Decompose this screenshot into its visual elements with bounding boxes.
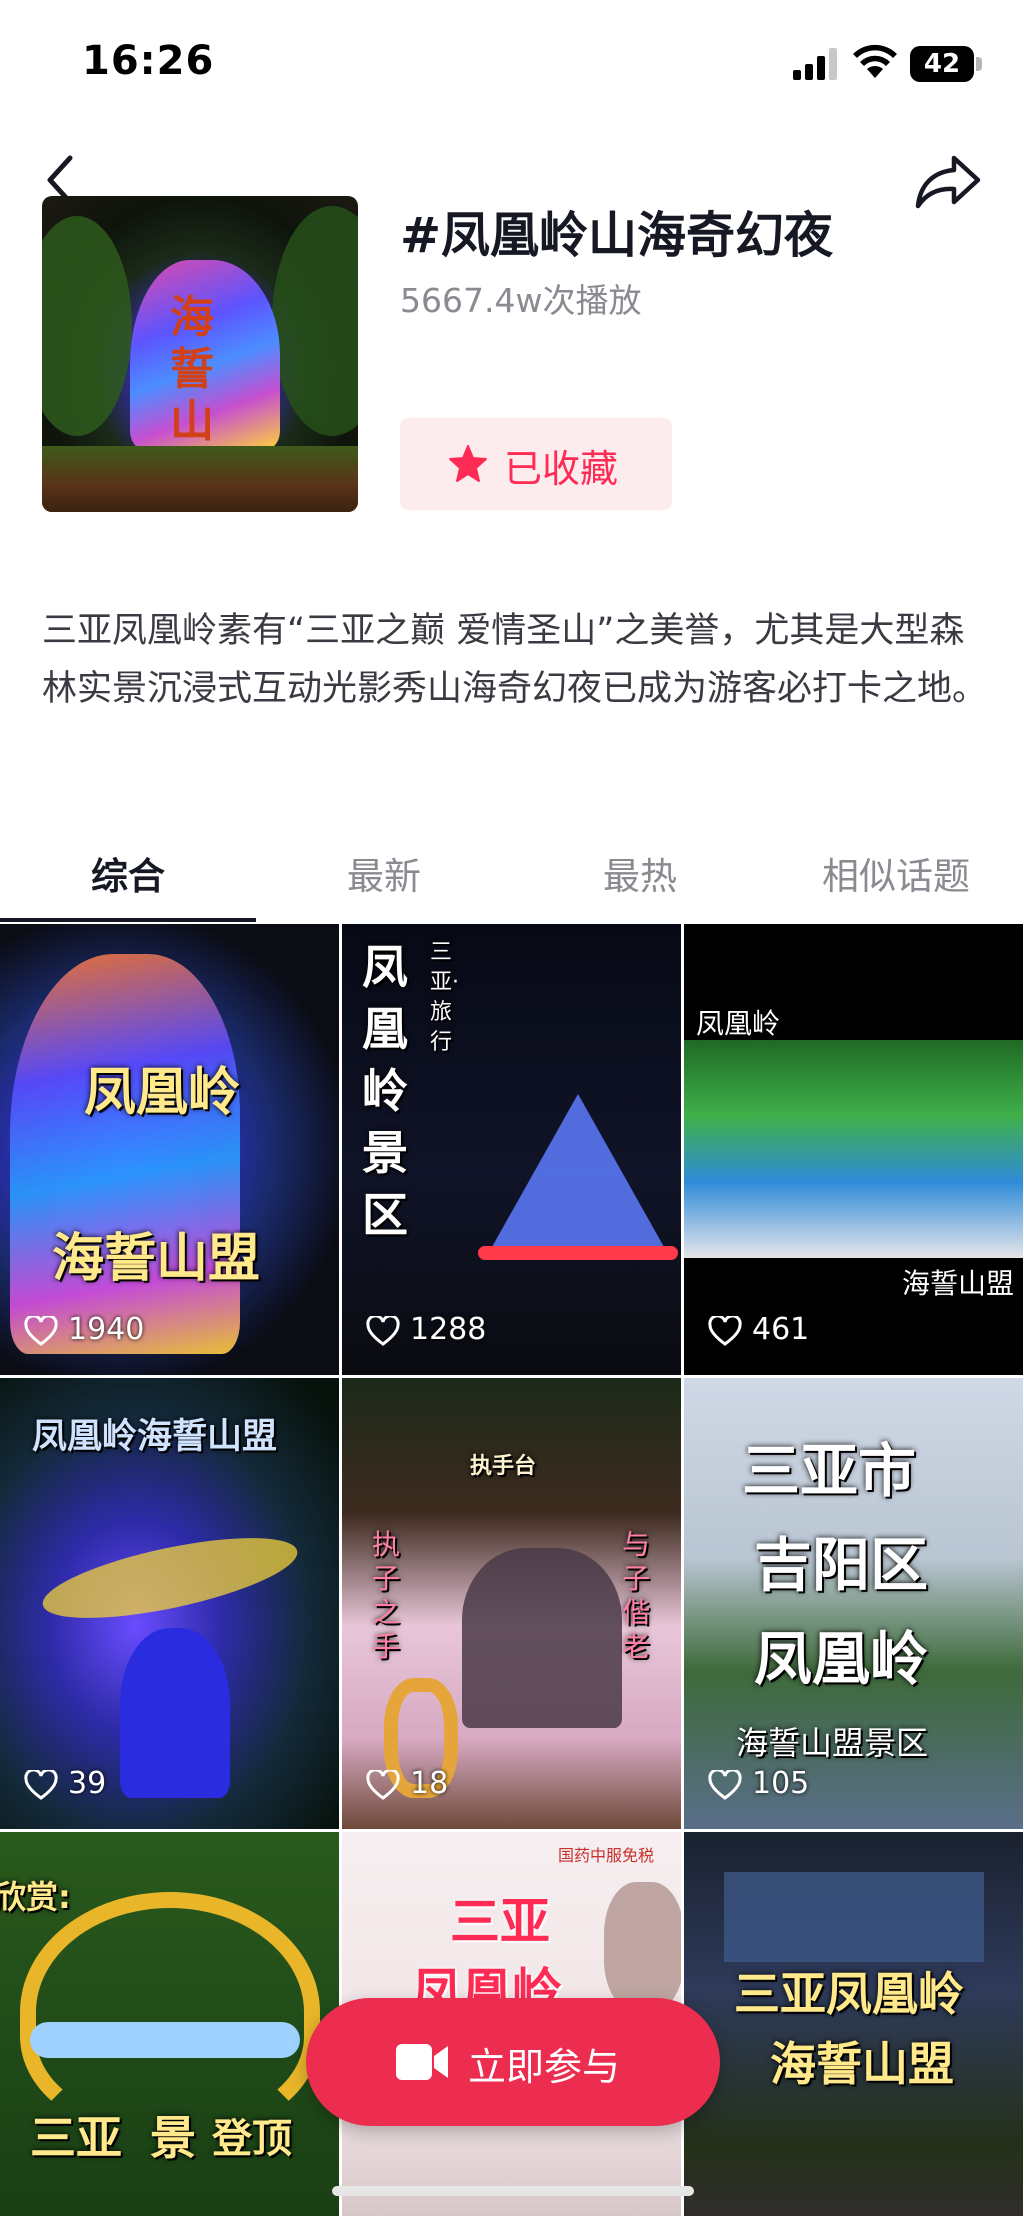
topic-cover-image: 海誓山盟 xyxy=(42,196,358,512)
video-card[interactable]: 凤凰岭海誓山盟 39 xyxy=(0,1378,339,1829)
video-card[interactable]: 欣赏: 三亚 景 登顶 xyxy=(0,1832,339,2216)
video-caption: 执子之手 xyxy=(372,1528,401,1663)
video-caption: 登顶 xyxy=(212,2116,292,2162)
video-card[interactable]: 三亚市 吉阳区 凤凰岭 海誓山盟景区 105 xyxy=(684,1378,1023,1829)
like-count: 461 xyxy=(752,1312,810,1347)
video-caption: 吉阳区 xyxy=(754,1531,929,1599)
video-caption: 海誓山盟景区 xyxy=(736,1724,929,1762)
video-thumbnail-art xyxy=(36,1521,304,1635)
tab-hottest[interactable]: 最热 xyxy=(512,846,768,900)
heart-icon xyxy=(708,1770,742,1800)
video-caption: 执手台 xyxy=(470,1454,537,1479)
battery-tip xyxy=(976,57,982,71)
video-caption: 与子偕老 xyxy=(622,1528,651,1663)
video-thumbnail-art xyxy=(462,1548,622,1728)
topic-description: 三亚凤凰岭素有“三亚之巅 爱情圣山”之美誉，尤其是大型森林实景沉浸式互动光影秀山… xyxy=(42,611,988,709)
favorite-button[interactable]: 已收藏 xyxy=(400,418,672,510)
status-time: 16:26 xyxy=(82,38,215,84)
video-caption: 三亚 xyxy=(450,1893,550,1951)
status-bar: 16:26 42 xyxy=(0,0,1024,130)
video-card[interactable]: 凤凰岭景区 三亚·旅行 1288 xyxy=(342,924,681,1375)
home-indicator xyxy=(332,2186,694,2196)
video-caption: 三亚市 xyxy=(742,1437,917,1505)
tab-bar: 综合 最新 最热 相似话题 xyxy=(0,830,1024,922)
signal-icon xyxy=(793,48,837,80)
video-thumbnail-art xyxy=(684,1040,1023,1258)
video-caption: 欣赏: xyxy=(0,1878,71,1916)
battery-level: 42 xyxy=(923,49,961,79)
video-thumbnail-art xyxy=(120,1628,230,1798)
video-thumbnail-art xyxy=(10,954,240,1354)
heart-icon xyxy=(366,1770,400,1800)
video-caption: 海誓山盟 xyxy=(770,2037,954,2091)
like-count: 18 xyxy=(410,1766,449,1801)
join-button[interactable]: 立即参与 xyxy=(306,1998,720,2126)
tab-latest[interactable]: 最新 xyxy=(256,846,512,900)
favorite-label: 已收藏 xyxy=(504,447,619,491)
like-count: 105 xyxy=(752,1766,810,1801)
video-caption: 海誓山盟 xyxy=(52,1229,261,1289)
tab-similar-topics[interactable]: 相似话题 xyxy=(768,846,1024,900)
video-caption: 凤凰岭海誓山盟 xyxy=(32,1417,278,1457)
video-caption: 凤凰岭 xyxy=(84,1063,241,1123)
video-thumbnail-art xyxy=(478,1246,678,1260)
video-caption: 凤凰岭 xyxy=(754,1625,929,1693)
heart-icon xyxy=(24,1770,58,1800)
video-card[interactable]: 凤凰岭 海誓山盟 1940 xyxy=(0,924,339,1375)
like-count: 39 xyxy=(68,1766,107,1801)
video-camera-icon xyxy=(396,2044,448,2080)
heart-icon xyxy=(24,1316,58,1346)
video-thumbnail-art xyxy=(724,1872,984,1962)
heart-icon xyxy=(366,1316,400,1346)
video-card[interactable]: 执手台 执子之手 与子偕老 18 xyxy=(342,1378,681,1829)
share-icon[interactable] xyxy=(914,152,982,210)
topic-title: #凤凰岭山海奇幻夜 xyxy=(400,207,834,264)
topic-play-count: 5667.4w次播放 xyxy=(400,281,642,320)
join-label: 立即参与 xyxy=(468,2045,621,2089)
like-count: 1940 xyxy=(68,1312,145,1347)
tab-active-indicator xyxy=(0,918,256,922)
video-thumbnail-art xyxy=(488,1094,668,1254)
video-thumbnail-art xyxy=(30,2022,300,2058)
video-caption: 景 xyxy=(150,2111,196,2165)
cover-ground xyxy=(42,446,358,512)
video-caption: 三亚 xyxy=(30,2111,122,2165)
star-icon xyxy=(449,445,487,482)
heart-icon xyxy=(708,1316,742,1346)
video-card[interactable]: 凤凰岭 海誓山盟 461 xyxy=(684,924,1023,1375)
video-thumbnail-art xyxy=(20,1892,320,2132)
video-card[interactable]: 三亚凤凰岭 海誓山盟 xyxy=(684,1832,1023,2216)
video-caption: 凤凰岭 xyxy=(696,1007,781,1040)
wifi-icon xyxy=(853,44,897,78)
video-caption: 凤凰岭景区 xyxy=(362,940,408,1242)
video-thumbnail-art xyxy=(604,1882,681,2012)
cover-tree xyxy=(272,206,358,436)
like-count: 1288 xyxy=(410,1312,487,1347)
video-caption: 三亚·旅行 xyxy=(430,940,459,1055)
video-caption: 海誓山盟 xyxy=(902,1267,1015,1300)
tab-comprehensive[interactable]: 综合 xyxy=(0,846,256,900)
video-caption: 国药中服免税 xyxy=(558,1846,655,1865)
cover-tree xyxy=(42,216,132,436)
video-caption: 三亚凤凰岭 xyxy=(734,1967,964,2021)
